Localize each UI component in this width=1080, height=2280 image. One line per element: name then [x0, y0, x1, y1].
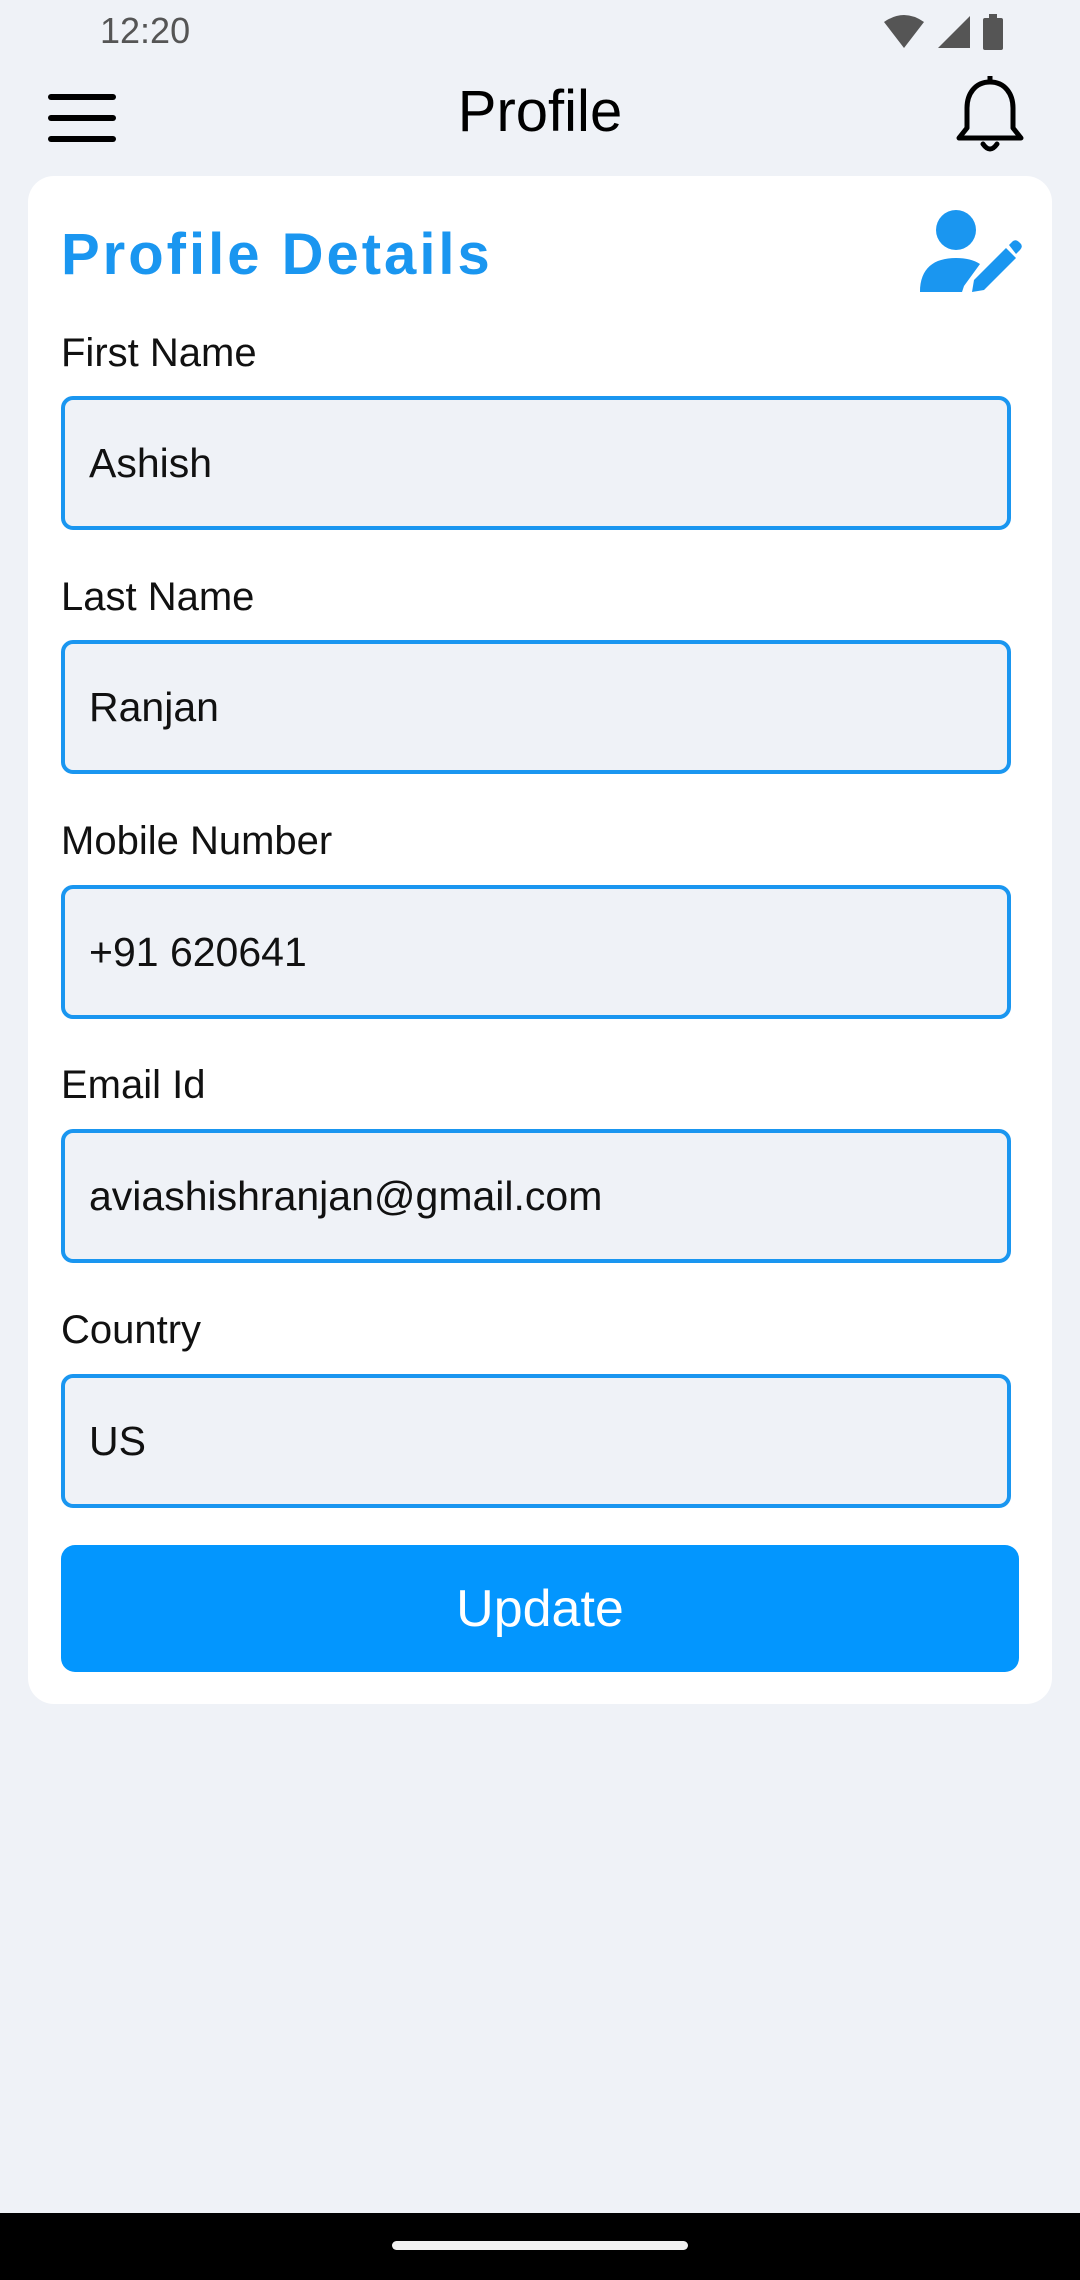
- app-bar: Profile: [0, 66, 1080, 176]
- first-name-field[interactable]: [61, 396, 1011, 530]
- status-icons: [882, 14, 1004, 50]
- mobile-number-field[interactable]: [61, 885, 1011, 1019]
- profile-card: Profile Details First Name Last Name Mob…: [28, 176, 1052, 1704]
- last-name-label: Last Name: [61, 575, 255, 619]
- last-name-field[interactable]: [61, 640, 1011, 774]
- profile-details-title: Profile Details: [61, 222, 493, 287]
- bell-icon: [956, 76, 1024, 152]
- home-indicator[interactable]: [392, 2241, 688, 2250]
- page-title: Profile: [457, 79, 623, 144]
- cellular-signal-icon: [938, 16, 970, 48]
- battery-icon: [983, 14, 1003, 50]
- email-field[interactable]: [61, 1129, 1011, 1263]
- country-label: Country: [61, 1308, 202, 1352]
- country-field[interactable]: [61, 1374, 1011, 1508]
- status-bar: 12:20: [0, 0, 1080, 66]
- notification-button[interactable]: [940, 66, 1040, 166]
- status-time: 12:20: [100, 10, 191, 51]
- wifi-icon: [884, 15, 924, 48]
- update-button[interactable]: Update: [61, 1545, 1019, 1672]
- mobile-number-label: Mobile Number: [61, 819, 333, 863]
- user-edit-icon[interactable]: [918, 208, 1022, 296]
- system-nav-bar: [0, 2213, 1080, 2280]
- first-name-label: First Name: [61, 331, 257, 375]
- email-label: Email Id: [61, 1063, 206, 1107]
